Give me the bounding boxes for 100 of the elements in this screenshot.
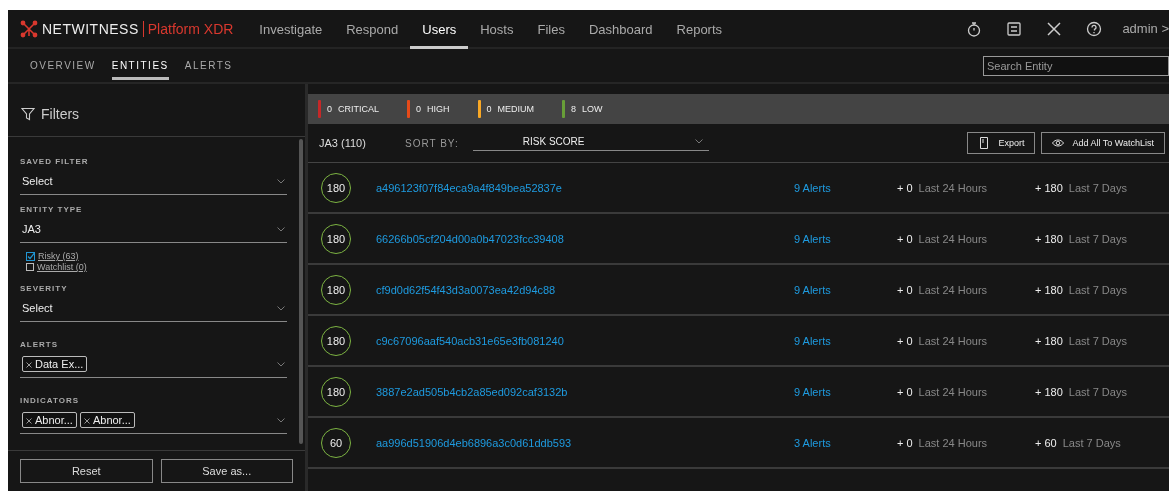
toolbar-button[interactable]: Export	[967, 132, 1036, 154]
entity-link[interactable]: cf9d0d62f54f43d3a0073ea42d94c88	[376, 283, 794, 296]
filter-label: ENTITY TYPE	[20, 205, 84, 214]
period-label: Last 24 Hours	[918, 334, 988, 347]
period-label: Last 24 Hours	[918, 181, 988, 194]
dropdown[interactable]: JA3	[20, 220, 287, 243]
filter-button[interactable]: Reset	[20, 459, 153, 483]
severity-count: 0	[327, 104, 332, 114]
score-delta: + 0	[897, 181, 913, 194]
sub-tab[interactable]: ENTITIES	[111, 51, 169, 80]
chevron-down-icon	[277, 178, 285, 184]
filter-tag[interactable]: Abnor...	[79, 412, 135, 428]
chevron-down-icon	[694, 138, 703, 144]
entity-link[interactable]: 66266b05cf204d00a0b47023fcc39408	[376, 232, 794, 245]
severity-label: MEDIUM	[497, 104, 535, 114]
alerts-link[interactable]: 9 Alerts	[794, 232, 897, 245]
score-delta: + 0	[897, 436, 913, 449]
score-delta: + 0	[897, 232, 913, 245]
search-field[interactable]: Search Entity	[983, 55, 1169, 76]
alerts-link[interactable]: 9 Alerts	[794, 385, 897, 398]
chevron-down-icon	[277, 226, 285, 232]
sub-tab[interactable]: ALERTS	[184, 51, 233, 80]
checkbox-label[interactable]: Risky (63)	[38, 251, 79, 261]
filter-label: ALERTS	[20, 340, 59, 349]
chevron-down-icon	[277, 417, 285, 423]
severity-count: 0	[416, 104, 422, 114]
severity-label: CRITICAL	[338, 104, 380, 114]
score-delta: + 0	[897, 385, 913, 398]
period-label: Last 7 Days	[1068, 334, 1127, 347]
filter-tag[interactable]: Abnor...	[22, 412, 77, 428]
severity-count: 0	[486, 104, 492, 114]
score-delta: + 180	[1035, 181, 1063, 194]
score-delta: + 0	[897, 334, 913, 347]
nav-tab[interactable]: Hosts	[468, 11, 526, 49]
period-label: Last 24 Hours	[918, 232, 988, 245]
entity-link[interactable]: c9c67096aaf540acb31e65e3fb081240	[376, 334, 794, 347]
nav-tab[interactable]: Users	[410, 11, 469, 49]
score-delta: + 180	[1035, 334, 1063, 347]
checkbox[interactable]	[26, 263, 34, 271]
nav-tab[interactable]: Investigate	[247, 11, 335, 49]
checkbox[interactable]	[26, 251, 35, 261]
period-label: Last 24 Hours	[918, 283, 988, 296]
score-delta: + 180	[1035, 283, 1063, 296]
remove-icon[interactable]	[26, 362, 32, 368]
period-label: Last 24 Hours	[918, 385, 988, 398]
severity-label: HIGH	[427, 104, 450, 114]
filter-label: SAVED FILTER	[20, 157, 90, 166]
score-delta: + 180	[1035, 232, 1063, 245]
entity-link[interactable]: 3887e2ad505b4cb2a85ed092caf3132b	[376, 385, 794, 398]
chevron-down-icon	[277, 361, 285, 367]
severity-count: 8	[571, 104, 577, 114]
filter-label: SEVERITY	[20, 284, 69, 293]
multi-select[interactable]: Abnor... Abnor...	[20, 411, 287, 434]
period-label: Last 7 Days	[1068, 283, 1127, 296]
remove-icon[interactable]	[83, 418, 90, 424]
toolbar-button[interactable]: Add All To WatchList	[1041, 132, 1165, 154]
sort-dropdown[interactable]: RISK SCORE	[472, 135, 709, 151]
sub-tab[interactable]: OVERVIEW	[30, 51, 96, 80]
logo-icon	[20, 19, 38, 38]
nav-tab[interactable]: Respond	[334, 11, 411, 49]
filter-button[interactable]: Save as...	[160, 459, 293, 483]
nav-tab[interactable]: Dashboard	[576, 11, 665, 49]
settings-panel-icon[interactable]	[1006, 20, 1023, 37]
alerts-link[interactable]: 9 Alerts	[794, 283, 897, 296]
list-title: JA3 (110)	[319, 137, 367, 149]
period-label: Last 7 Days	[1068, 232, 1127, 245]
severity-label: LOW	[582, 104, 603, 114]
user-menu[interactable]: admin >	[1122, 21, 1169, 36]
alerts-link[interactable]: 3 Alerts	[794, 436, 897, 449]
nav-tab[interactable]: Files	[525, 11, 577, 49]
document-icon	[978, 137, 991, 149]
filters-title: Filters	[41, 106, 80, 122]
scrollbar[interactable]	[299, 139, 303, 444]
nav-tab[interactable]: Reports	[664, 11, 735, 49]
help-icon[interactable]	[1086, 20, 1103, 37]
stopwatch-icon[interactable]	[966, 20, 983, 37]
score-delta: + 0	[897, 283, 913, 296]
dropdown[interactable]: Select	[20, 172, 287, 195]
dropdown[interactable]: Select	[20, 299, 287, 322]
period-label: Last 7 Days	[1068, 385, 1127, 398]
score-delta: + 180	[1035, 385, 1063, 398]
filter-tag[interactable]: Data Ex...	[22, 356, 88, 372]
brand-name: NETWITNESS	[42, 20, 139, 37]
alerts-link[interactable]: 9 Alerts	[794, 181, 897, 194]
chevron-down-icon	[277, 305, 285, 311]
alerts-link[interactable]: 9 Alerts	[794, 334, 897, 347]
sort-label: SORT BY:	[405, 137, 459, 149]
period-label: Last 24 Hours	[918, 436, 988, 449]
period-label: Last 7 Days	[1062, 436, 1121, 449]
multi-select[interactable]: Data Ex...	[20, 355, 287, 378]
remove-icon[interactable]	[26, 418, 32, 424]
eye-icon	[1052, 137, 1065, 149]
entity-link[interactable]: aa996d51906d4eb6896a3c0d61ddb593	[376, 436, 794, 449]
filter-icon	[21, 107, 35, 121]
score-delta: + 60	[1035, 436, 1057, 449]
checkbox-label[interactable]: Watchlist (0)	[37, 262, 87, 272]
entity-link[interactable]: a496123f07f84eca9a4f849bea52837e	[376, 181, 794, 194]
filter-label: INDICATORS	[20, 396, 81, 405]
period-label: Last 7 Days	[1068, 181, 1127, 194]
product-name: Platform XDR	[142, 20, 234, 37]
